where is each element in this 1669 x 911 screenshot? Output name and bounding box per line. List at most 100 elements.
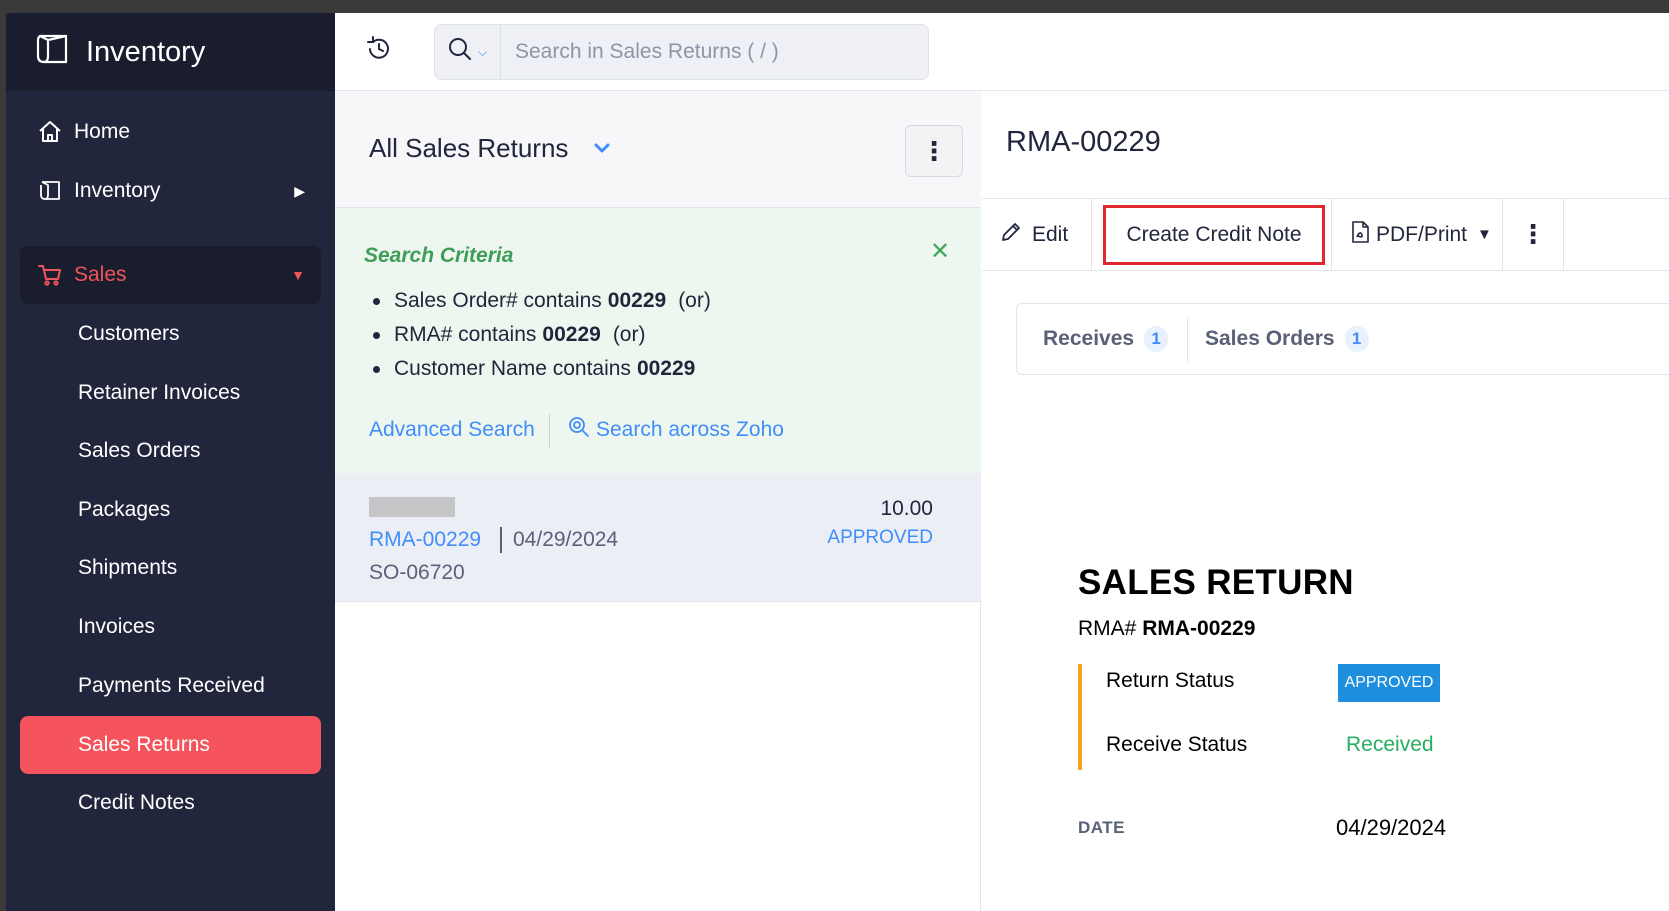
more-vertical-icon: ⋮	[1520, 219, 1546, 249]
advanced-search-link[interactable]: Advanced Search	[369, 418, 535, 442]
recent-history-button[interactable]	[363, 35, 395, 67]
rma-value: RMA-00229	[1142, 617, 1256, 640]
brand-name: Inventory	[86, 35, 206, 68]
return-status-label: Return Status	[1106, 669, 1235, 692]
return-status-badge: APPROVED	[1338, 664, 1440, 702]
top-bar: ⌵	[335, 13, 1669, 91]
divider	[1187, 318, 1188, 362]
sidebar-item-home[interactable]: Home	[20, 103, 321, 161]
sidebar-item-label: Packages	[78, 498, 171, 521]
bullet	[373, 331, 380, 339]
document-heading: SALES RETURN	[1078, 563, 1354, 602]
criteria-item: Sales Order# contains 00229 (or)	[373, 284, 711, 318]
tab-label: Receives	[1043, 327, 1135, 350]
home-icon	[36, 118, 64, 146]
divider	[549, 414, 550, 448]
sidebar-item-customers[interactable]: Customers	[20, 305, 321, 363]
sidebar-item-sales[interactable]: Sales ▼	[20, 246, 321, 304]
sidebar-item-payments-received[interactable]: Payments Received	[20, 657, 321, 715]
chevron-down-icon: ▼	[291, 267, 305, 283]
chevron-down-icon[interactable]	[591, 137, 613, 159]
sidebar: Inventory Home Inventory ▶ Sales ▼ Custo…	[6, 13, 335, 911]
sidebar-item-label: Sales	[74, 263, 127, 286]
sidebar-item-label: Home	[74, 120, 131, 143]
date-value: 04/29/2024	[1336, 815, 1447, 840]
create-credit-note-button[interactable]: Create Credit Note	[1103, 205, 1325, 265]
sidebar-item-label: Retainer Invoices	[78, 381, 241, 404]
criteria-field: Customer Name contains	[394, 357, 631, 380]
rma-label: RMA#	[1078, 617, 1137, 640]
list-more-options-button[interactable]: ⋮	[905, 125, 963, 177]
tab-count-badge: 1	[1144, 326, 1169, 352]
redacted-customer-name	[369, 497, 455, 517]
criteria-list: Sales Order# contains 00229 (or) RMA# co…	[373, 284, 711, 386]
detail-title: RMA-00229	[1006, 126, 1161, 158]
criteria-field: Sales Order# contains	[394, 289, 602, 312]
sidebar-item-label: Shipments	[78, 556, 178, 579]
inventory-icon	[36, 177, 64, 205]
list-view-title[interactable]: All Sales Returns	[369, 133, 568, 164]
search-filter-button[interactable]: ⌵	[435, 25, 501, 79]
search-criteria-title: Search Criteria	[364, 244, 514, 267]
date-label: DATE	[1078, 818, 1126, 837]
app-window: Inventory Home Inventory ▶ Sales ▼ Custo…	[6, 13, 1669, 911]
sidebar-item-label: Credit Notes	[78, 791, 195, 814]
criteria-item: RMA# contains 00229 (or)	[373, 318, 711, 352]
close-icon[interactable]: ✕	[930, 240, 952, 264]
search-globe-icon	[568, 416, 596, 444]
table-row[interactable]: RMA-00229 04/29/2024 SO-06720 10.00 APPR…	[335, 473, 981, 602]
row-sales-order: SO-06720	[369, 561, 465, 584]
search-across-zoho-link[interactable]: Search across Zoho	[568, 416, 784, 444]
row-date: 04/29/2024	[513, 528, 619, 551]
search-input[interactable]	[501, 25, 928, 79]
bullet	[373, 365, 380, 373]
sidebar-item-invoices[interactable]: Invoices	[20, 598, 321, 656]
criteria-suffix: (or)	[612, 323, 646, 346]
criteria-value: 00229	[542, 323, 601, 346]
criteria-suffix: (or)	[678, 289, 711, 312]
receive-status-label: Receive Status	[1106, 733, 1248, 756]
pdf-print-button[interactable]: PDF/Print ▼	[1331, 199, 1503, 270]
document-rma: RMA# RMA-00229	[1078, 617, 1255, 641]
sidebar-item-sales-orders[interactable]: Sales Orders	[20, 422, 321, 480]
caret-down-icon: ▼	[1477, 226, 1492, 243]
search-criteria-panel: Search Criteria ✕ Sales Order# contains …	[335, 208, 981, 473]
sidebar-item-shipments[interactable]: Shipments	[20, 539, 321, 597]
receive-status-value: Received	[1346, 733, 1434, 756]
tab-sales-orders[interactable]: Sales Orders 1	[1205, 304, 1369, 374]
list-header: All Sales Returns ⋮	[335, 91, 981, 208]
more-vertical-icon: ⋮	[921, 135, 947, 166]
pencil-icon	[1000, 221, 1032, 249]
history-icon	[364, 34, 394, 69]
sidebar-item-label: Customers	[78, 322, 180, 345]
chevron-right-icon: ▶	[294, 182, 305, 199]
pdf-icon	[1350, 220, 1376, 250]
sidebar-item-label: Invoices	[78, 615, 156, 638]
bullet	[373, 297, 380, 305]
tab-count-badge: 1	[1344, 326, 1369, 352]
more-actions-button[interactable]: ⋮	[1503, 199, 1564, 270]
criteria-field: RMA# contains	[394, 323, 537, 346]
sidebar-item-label: Inventory	[74, 179, 161, 202]
chevron-down-icon: ⌵	[477, 44, 488, 59]
create-credit-note-label: Create Credit Note	[1126, 223, 1302, 246]
sidebar-item-sales-returns[interactable]: Sales Returns	[20, 716, 321, 774]
sidebar-item-label: Sales Returns	[78, 733, 210, 756]
sidebar-item-packages[interactable]: Packages	[20, 481, 321, 539]
brand[interactable]: Inventory	[6, 13, 335, 91]
cart-icon	[36, 261, 64, 289]
sidebar-item-credit-notes[interactable]: Credit Notes	[20, 774, 321, 832]
tab-receives[interactable]: Receives 1	[1043, 304, 1169, 374]
criteria-value: 00229	[636, 357, 696, 380]
sidebar-item-inventory[interactable]: Inventory ▶	[20, 162, 321, 220]
related-tabs: Receives 1 Sales Orders 1	[1016, 303, 1669, 375]
divider	[500, 527, 502, 553]
tab-label: Sales Orders	[1205, 327, 1335, 350]
detail-pane: RMA-00229 Edit Create Credit Note PDF/Pr…	[982, 91, 1669, 911]
criteria-item: Customer Name contains 00229	[373, 352, 711, 386]
edit-button[interactable]: Edit	[982, 199, 1092, 270]
row-rma-number: RMA-00229	[369, 528, 482, 551]
pdf-print-label: PDF/Print	[1376, 222, 1468, 246]
sidebar-item-retainer-invoices[interactable]: Retainer Invoices	[20, 364, 321, 422]
search-bar: ⌵	[434, 24, 929, 80]
